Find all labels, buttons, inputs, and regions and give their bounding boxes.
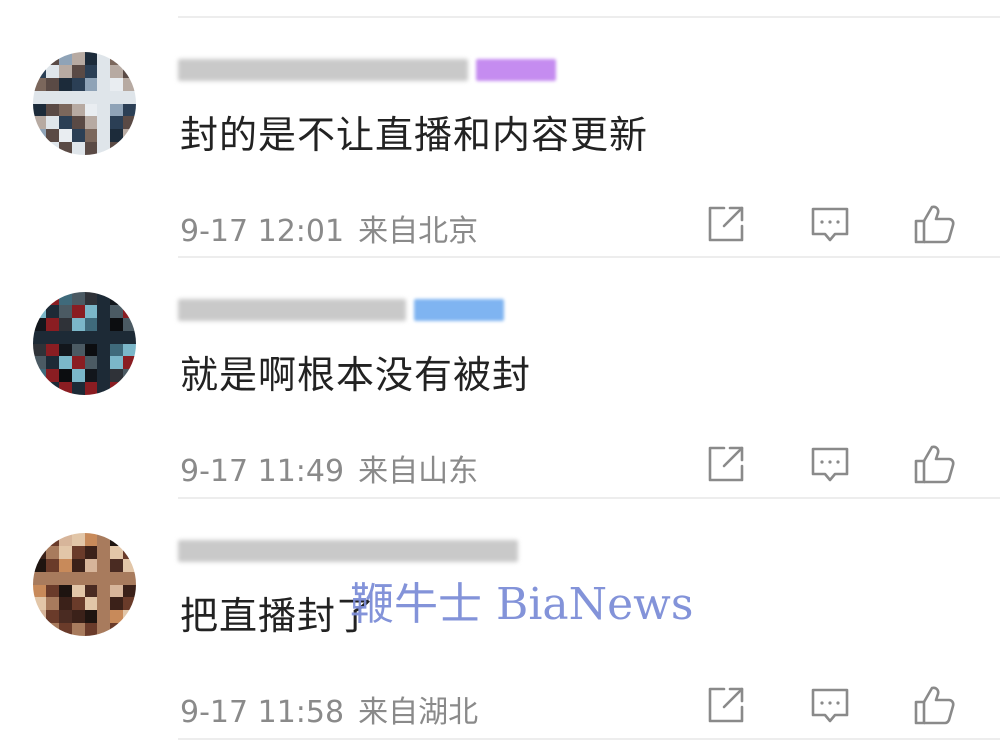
comment-icon xyxy=(811,447,849,482)
username-redacted xyxy=(178,299,406,321)
avatar[interactable] xyxy=(33,52,136,155)
share-button[interactable] xyxy=(704,442,748,486)
reply-button[interactable] xyxy=(808,683,852,727)
comment-icon xyxy=(811,688,849,723)
like-button[interactable] xyxy=(912,683,956,727)
username[interactable] xyxy=(178,296,504,324)
watermark: 鞭牛士 BiaNews xyxy=(350,579,694,630)
username[interactable] xyxy=(178,537,518,565)
comment-item: 封的是不让直播和内容更新 9-17 12:01 来自北京 xyxy=(0,16,1000,256)
comment-text: 把直播封了 xyxy=(180,594,376,638)
comment-location: 来自山东 xyxy=(358,454,479,489)
comment-time: 9-17 11:49 xyxy=(180,454,345,489)
comment-location: 来自北京 xyxy=(358,214,479,249)
share-button[interactable] xyxy=(704,202,748,246)
thumbs-up-icon xyxy=(914,445,955,484)
share-icon xyxy=(708,206,744,242)
like-button[interactable] xyxy=(912,202,956,246)
user-badge xyxy=(414,299,504,321)
share-icon xyxy=(708,687,744,723)
thumbs-up-icon xyxy=(914,686,955,725)
comment-location: 来自湖北 xyxy=(358,695,479,730)
comment-time: 9-17 11:58 xyxy=(180,695,345,730)
like-button[interactable] xyxy=(912,442,956,486)
divider xyxy=(178,738,1000,740)
comment-meta: 9-17 11:49 来自山东 xyxy=(180,446,478,490)
user-badge xyxy=(476,59,556,81)
share-icon xyxy=(708,446,744,482)
comment-meta: 9-17 11:58 来自湖北 xyxy=(180,687,478,731)
comment-meta: 9-17 12:01 来自北京 xyxy=(180,206,478,250)
comment-item: 就是啊根本没有被封 9-17 11:49 来自山东 xyxy=(0,256,1000,496)
share-button[interactable] xyxy=(704,683,748,727)
reply-button[interactable] xyxy=(808,442,852,486)
username[interactable] xyxy=(178,56,556,84)
comment-time: 9-17 12:01 xyxy=(180,214,345,249)
comment-text: 封的是不让直播和内容更新 xyxy=(180,113,649,157)
avatar[interactable] xyxy=(33,533,136,636)
thumbs-up-icon xyxy=(914,205,955,244)
username-redacted xyxy=(178,540,518,562)
reply-button[interactable] xyxy=(808,202,852,246)
comment-text: 就是啊根本没有被封 xyxy=(180,353,532,397)
comment-icon xyxy=(811,207,849,242)
username-redacted xyxy=(178,59,468,81)
avatar[interactable] xyxy=(33,292,136,395)
